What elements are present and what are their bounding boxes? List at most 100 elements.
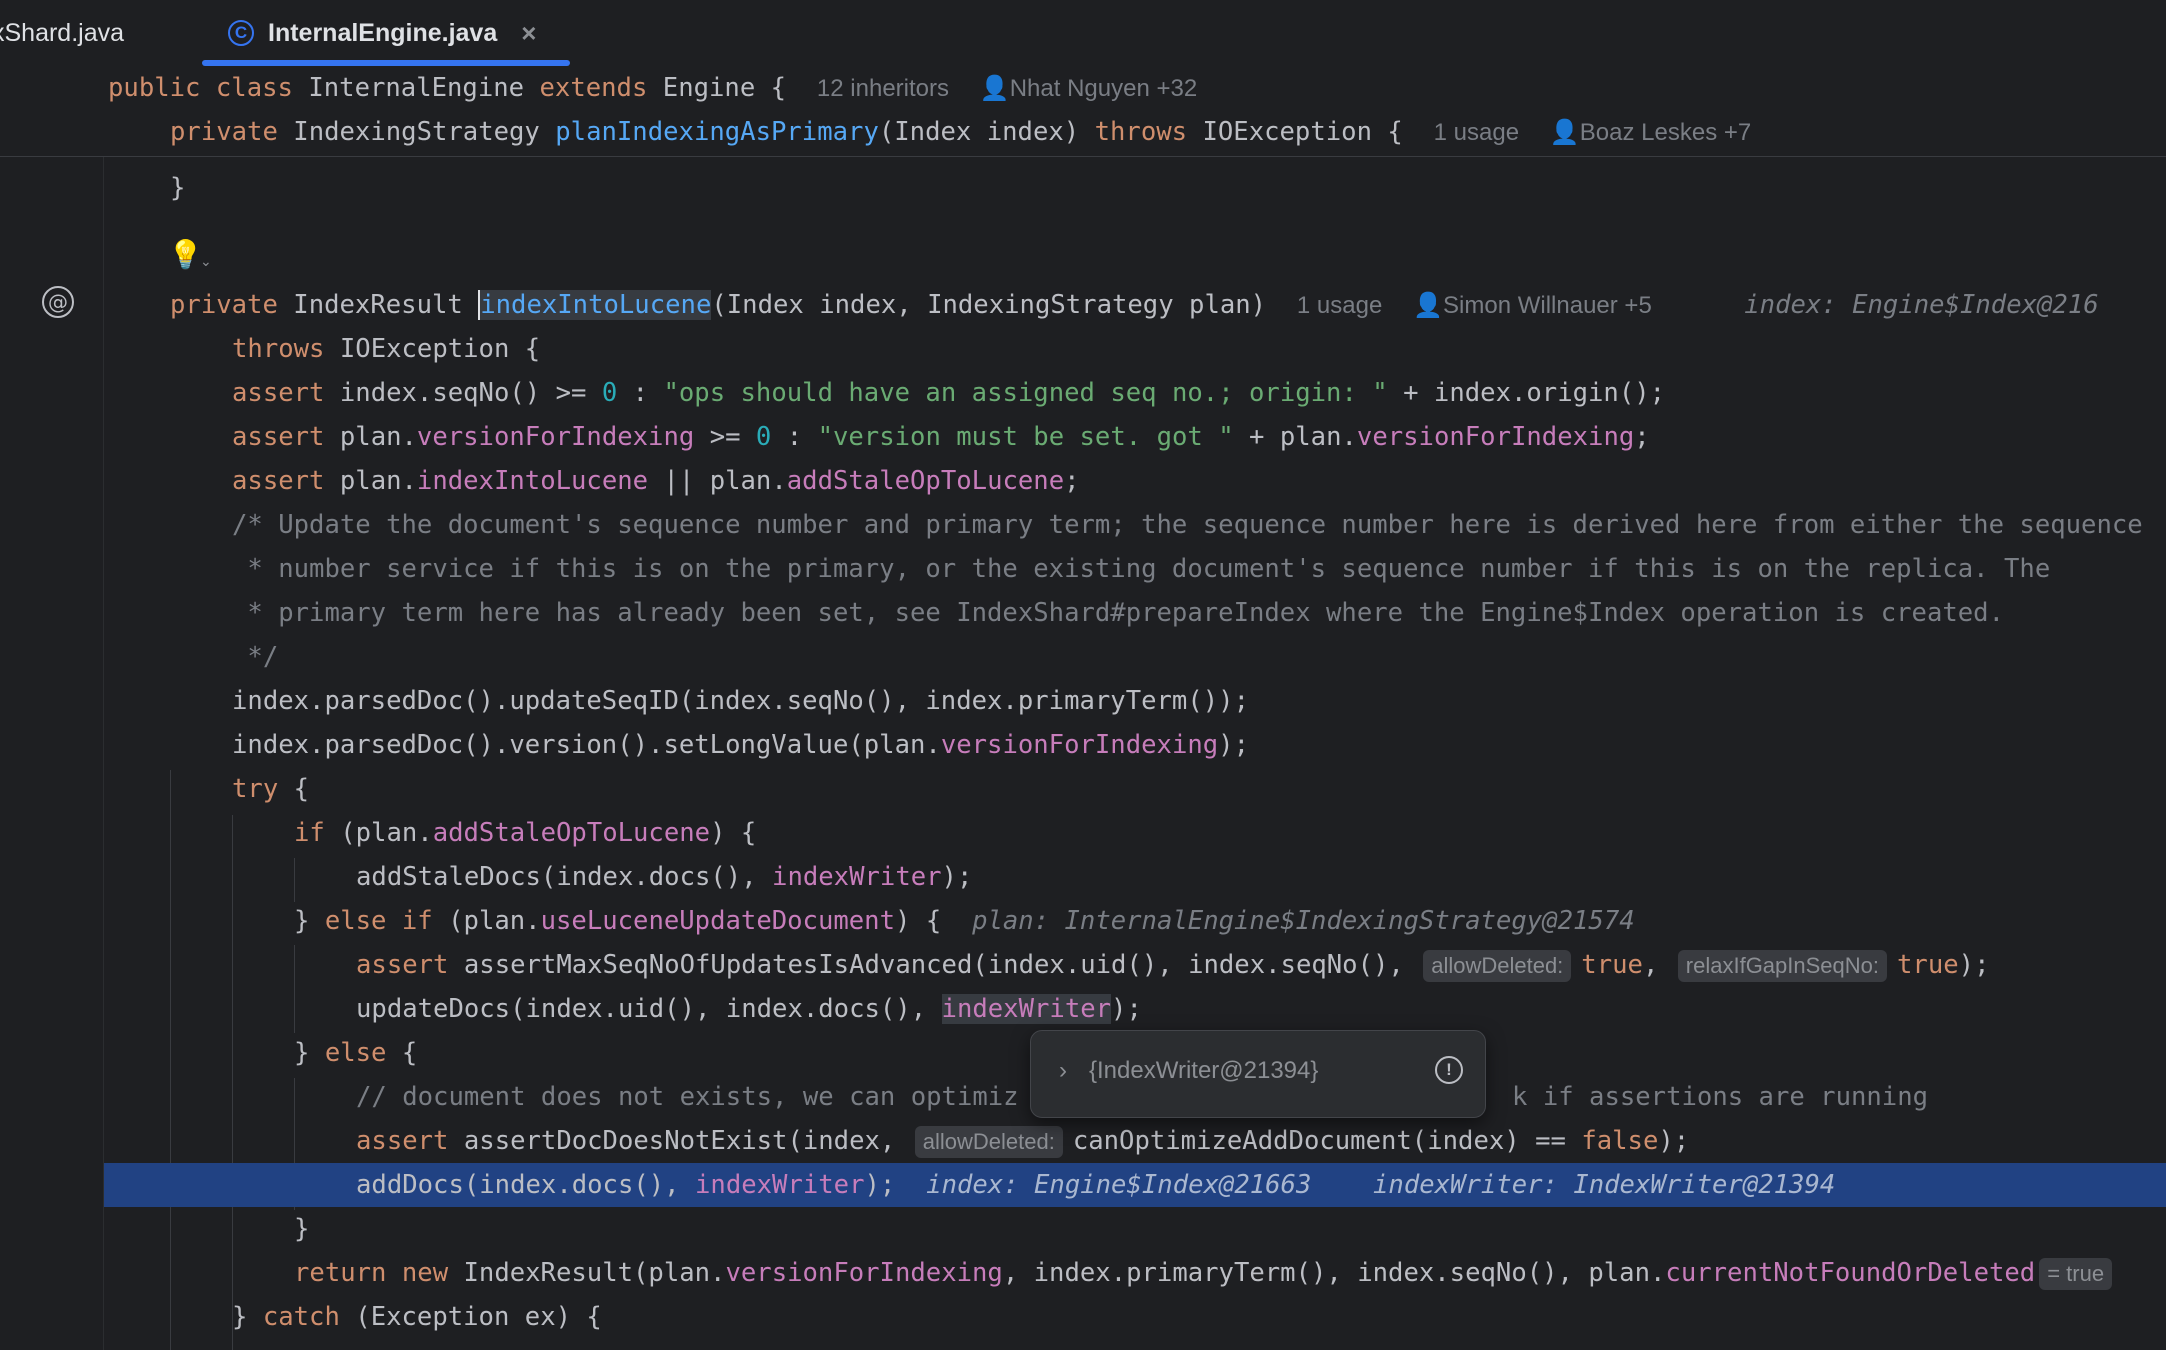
value-hint: = true: [2039, 1258, 2113, 1290]
field: useLuceneUpdateDocument: [540, 906, 895, 936]
field: addStaleOpToLucene: [786, 466, 1065, 496]
keyword: true: [1581, 950, 1643, 980]
code-text: , index.primaryTerm(), index.seqNo(), pl…: [1002, 1258, 1666, 1288]
code-text: assertDocDoesNotExist(index,: [463, 1126, 911, 1156]
comment-line[interactable]: * primary term here has already been set…: [232, 591, 2166, 635]
field: versionForIndexing: [1356, 422, 1635, 452]
authors-hint[interactable]: Nhat Nguyen +32: [1010, 75, 1197, 102]
code-line[interactable]: if (plan.addStaleOpToLucene) {: [294, 811, 2166, 855]
comment-line[interactable]: * number service if this is on the prima…: [232, 547, 2166, 591]
code-line[interactable]: index.parsedDoc().updateSeqID(index.seqN…: [232, 679, 2166, 723]
code-text: index.parsedDoc().version().setLongValue…: [232, 730, 941, 760]
code-text: index.seqNo() >=: [339, 378, 602, 408]
person-icon: 👤: [979, 75, 1010, 102]
code-line[interactable]: } else if (plan.useLuceneUpdateDocument)…: [294, 899, 2166, 943]
inheritors-hint[interactable]: 12 inheritors: [817, 75, 949, 102]
class-icon: C: [228, 20, 254, 46]
expand-chevron-icon[interactable]: ›: [1059, 1057, 1067, 1085]
tab-label: InternalEngine.java: [268, 18, 498, 47]
code-line[interactable]: return new IndexResult(plan.versionForIn…: [294, 1251, 2166, 1295]
current-execution-line[interactable]: addDocs(index.docs(), indexWriter); inde…: [104, 1163, 2166, 1207]
keyword: class: [215, 73, 293, 103]
comment-line[interactable]: k if assertions are running: [1512, 1075, 2152, 1119]
param-hint: allowDeleted:: [1423, 950, 1572, 982]
brace: {: [770, 73, 787, 103]
keyword: assert: [232, 422, 325, 452]
param-hint: allowDeleted:: [914, 1126, 1063, 1158]
sticky-class-line[interactable]: public class InternalEngine extends Engi…: [108, 66, 2166, 110]
comment-line[interactable]: /* Update the document's sequence number…: [232, 503, 2166, 547]
keyword: private: [170, 290, 278, 320]
code-line[interactable]: index.parsedDoc().version().setLongValue…: [232, 723, 2166, 767]
code-text: }: [232, 1302, 263, 1332]
code-text: (plan.: [324, 818, 433, 848]
code-line[interactable]: try {: [232, 767, 2166, 811]
sticky-method-line[interactable]: private IndexingStrategy planIndexingAsP…: [170, 110, 2166, 154]
field[interactable]: indexWriter: [941, 994, 1112, 1024]
keyword: if: [294, 818, 325, 848]
field: currentNotFoundOrDeleted: [1665, 1258, 2036, 1288]
code-text: + index.origin();: [1387, 378, 1666, 408]
code-text: (Exception ex) {: [339, 1302, 602, 1332]
code-text: );: [941, 862, 973, 892]
parent-class: Engine: [662, 73, 756, 103]
comment-text: k if assertions are running: [1512, 1082, 1929, 1112]
keyword: assert: [232, 466, 325, 496]
authors-hint[interactable]: Boaz Leskes +7: [1580, 119, 1751, 146]
code-line[interactable]: assert assertMaxSeqNoOfUpdatesIsAdvanced…: [356, 943, 2166, 987]
code-line[interactable]: throws IOException {: [232, 327, 2166, 371]
person-icon: 👤: [1413, 292, 1444, 319]
keyword: new: [401, 1258, 449, 1288]
keyword: false: [1581, 1126, 1659, 1156]
code-line[interactable]: assert assertDocDoesNotExist(index, allo…: [356, 1119, 2166, 1163]
code-text: ;: [1634, 422, 1650, 452]
code-text: ) {: [895, 906, 942, 936]
authors-hint[interactable]: Simon Willnauer +5: [1443, 292, 1652, 319]
keyword: private: [170, 117, 278, 147]
field: versionForIndexing: [416, 422, 695, 452]
code-text: addStaleDocs(index.docs(),: [356, 862, 773, 892]
code-text: plan.: [339, 466, 417, 496]
brace: }: [294, 1214, 310, 1244]
comment-line[interactable]: */: [232, 635, 2166, 679]
chevron-down-icon[interactable]: ⌄: [200, 254, 212, 270]
editor-tab-bar: xShard.java C InternalEngine.java ×: [0, 0, 2166, 67]
code-text: updateDocs(index.uid(), index.docs(),: [356, 994, 942, 1024]
lightbulb-icon[interactable]: 💡: [168, 238, 203, 271]
close-icon[interactable]: ×: [521, 18, 536, 49]
debug-value: index: Engine$Index@21663: [926, 1170, 1312, 1200]
code-line[interactable]: } catch (Exception ex) {: [232, 1295, 2166, 1339]
code-text: >=: [694, 422, 756, 452]
field: indexWriter: [695, 1170, 865, 1200]
debug-value-popup[interactable]: › {IndexWriter@21394} !: [1030, 1030, 1486, 1118]
code-line[interactable]: updateDocs(index.uid(), index.docs(), in…: [356, 987, 2166, 1031]
code-line[interactable]: addStaleDocs(index.docs(), indexWriter);: [356, 855, 2166, 899]
keyword: return: [294, 1258, 387, 1288]
tab-indexshard[interactable]: xShard.java: [0, 0, 124, 66]
code-text: + plan.: [1233, 422, 1357, 452]
code-text: ) {: [710, 818, 757, 848]
usage-hint[interactable]: 1 usage: [1297, 292, 1382, 319]
code-line[interactable]: assert plan.versionForIndexing >= 0 : "v…: [232, 415, 2166, 459]
brace: {: [1387, 117, 1403, 147]
tab-internalengine[interactable]: C InternalEngine.java ×: [228, 0, 536, 66]
code-text: );: [1658, 1126, 1690, 1156]
code-line[interactable]: }: [294, 1207, 2166, 1251]
method-name: planIndexingAsPrimary: [555, 117, 879, 147]
type-name: IndexResult: [293, 290, 463, 320]
code-text: :: [771, 422, 818, 452]
keyword: assert: [232, 378, 325, 408]
code-text: IndexResult(plan.: [448, 1258, 726, 1288]
usage-hint[interactable]: 1 usage: [1434, 119, 1519, 146]
code-line[interactable]: assert plan.indexIntoLucene || plan.addS…: [232, 459, 2166, 503]
override-marker-icon[interactable]: @: [42, 286, 74, 318]
code-text: }: [294, 1038, 325, 1068]
debug-value: index: Engine$Index@216: [1744, 290, 2099, 320]
code-line[interactable]: }: [170, 166, 2166, 210]
code-line[interactable]: assert index.seqNo() >= 0 : "ops should …: [232, 371, 2166, 415]
keyword: throws: [1094, 117, 1188, 147]
keyword: throws: [232, 334, 325, 364]
info-icon[interactable]: !: [1435, 1056, 1463, 1084]
method-declaration-line[interactable]: private IndexResult indexIntoLucene(Inde…: [170, 283, 2166, 327]
string-literal: "ops should have an assigned seq no.; or…: [663, 378, 1388, 408]
